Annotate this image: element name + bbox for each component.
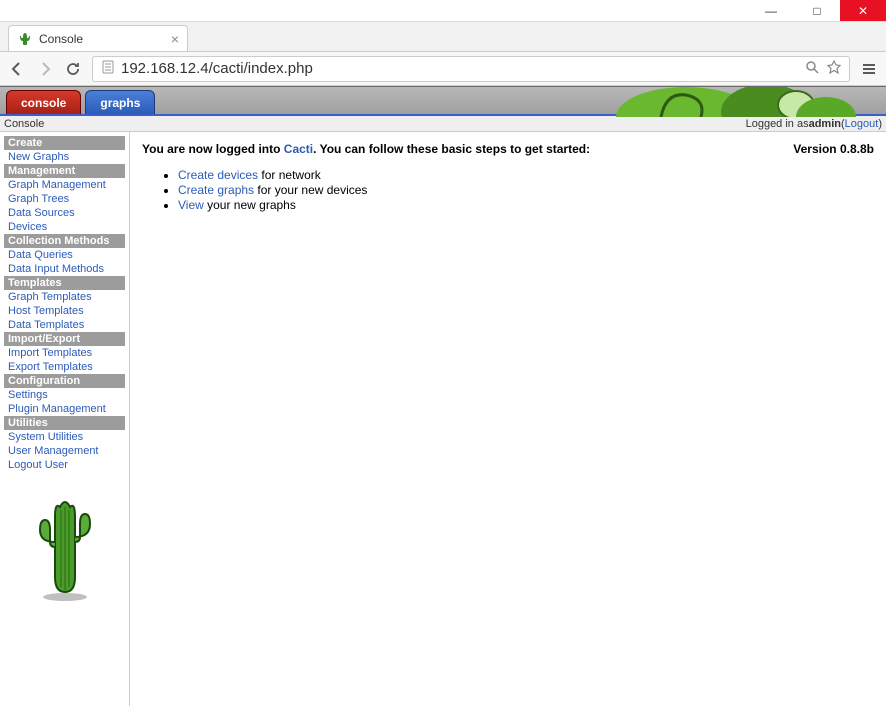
create-devices-link[interactable]: Create devices — [178, 168, 258, 182]
list-item: Create graphs for your new devices — [178, 183, 874, 197]
sidebar-section-templates: Templates — [4, 276, 125, 290]
logged-in-text: Logged in as — [746, 118, 809, 130]
sidebar-item-logout-user[interactable]: Logout User — [4, 458, 125, 472]
list-item: Create devices for network — [178, 168, 874, 182]
logout-link[interactable]: Logout — [845, 118, 879, 130]
sidebar-item-settings[interactable]: Settings — [4, 388, 125, 402]
header-art — [606, 87, 866, 117]
sidebar-item-new-graphs[interactable]: New Graphs — [4, 150, 125, 164]
page-icon — [101, 60, 115, 77]
sidebar-item-data-queries[interactable]: Data Queries — [4, 248, 125, 262]
browser-tab-close[interactable]: × — [171, 31, 179, 47]
window-minimize[interactable]: — — [748, 0, 794, 21]
cacti-favicon — [17, 31, 33, 47]
sidebar-section-management: Management — [4, 164, 125, 178]
forward-icon[interactable] — [36, 60, 54, 78]
reload-icon[interactable] — [64, 60, 82, 78]
address-bar[interactable] — [92, 56, 850, 82]
browser-tab[interactable]: Console × — [8, 25, 188, 51]
sidebar-item-data-templates[interactable]: Data Templates — [4, 318, 125, 332]
sidebar-item-graph-trees[interactable]: Graph Trees — [4, 192, 125, 206]
sidebar-item-data-input[interactable]: Data Input Methods — [4, 262, 125, 276]
breadcrumb: Console — [4, 118, 44, 130]
sidebar-section-collection: Collection Methods — [4, 234, 125, 248]
window-controls: — □ ✕ — [0, 0, 886, 22]
sidebar-item-graph-templates[interactable]: Graph Templates — [4, 290, 125, 304]
sidebar-item-graph-management[interactable]: Graph Management — [4, 178, 125, 192]
sidebar-item-host-templates[interactable]: Host Templates — [4, 304, 125, 318]
window-maximize[interactable]: □ — [794, 0, 840, 21]
menu-icon[interactable] — [860, 60, 878, 78]
create-graphs-link[interactable]: Create graphs — [178, 183, 254, 197]
browser-tab-title: Console — [39, 32, 165, 46]
logged-in-user: admin — [809, 118, 841, 130]
back-icon[interactable] — [8, 60, 26, 78]
sidebar-item-system-utilities[interactable]: System Utilities — [4, 430, 125, 444]
version-label: Version 0.8.8b — [793, 142, 874, 156]
getting-started-steps: Create devices for network Create graphs… — [178, 168, 874, 212]
sidebar-item-export-templates[interactable]: Export Templates — [4, 360, 125, 374]
info-bar: Console Logged in as admin ( Logout ) — [0, 116, 886, 132]
sidebar-section-create: Create — [4, 136, 125, 150]
browser-nav-bar — [0, 52, 886, 86]
cacti-header: console graphs — [0, 86, 886, 116]
window-close[interactable]: ✕ — [840, 0, 886, 21]
sidebar-section-import-export: Import/Export — [4, 332, 125, 346]
sidebar-item-data-sources[interactable]: Data Sources — [4, 206, 125, 220]
sidebar-item-user-management[interactable]: User Management — [4, 444, 125, 458]
sidebar-section-utilities: Utilities — [4, 416, 125, 430]
sidebar: Create New Graphs Management Graph Manag… — [0, 132, 130, 706]
welcome-message: You are now logged into Cacti. You can f… — [142, 142, 773, 156]
sidebar-item-devices[interactable]: Devices — [4, 220, 125, 234]
cactus-logo — [4, 492, 125, 602]
sidebar-section-configuration: Configuration — [4, 374, 125, 388]
main-layout: Create New Graphs Management Graph Manag… — [0, 132, 886, 706]
sidebar-item-plugin-management[interactable]: Plugin Management — [4, 402, 125, 416]
view-graphs-link[interactable]: View — [178, 198, 204, 212]
cacti-link[interactable]: Cacti — [284, 142, 313, 156]
zoom-icon[interactable] — [805, 60, 819, 77]
sidebar-item-import-templates[interactable]: Import Templates — [4, 346, 125, 360]
browser-tab-strip: Console × — [0, 22, 886, 52]
content-area: You are now logged into Cacti. You can f… — [130, 132, 886, 706]
bookmark-icon[interactable] — [827, 60, 841, 77]
tab-graphs[interactable]: graphs — [85, 90, 155, 114]
list-item: View your new graphs — [178, 198, 874, 212]
url-input[interactable] — [121, 60, 799, 77]
tab-console[interactable]: console — [6, 90, 81, 114]
